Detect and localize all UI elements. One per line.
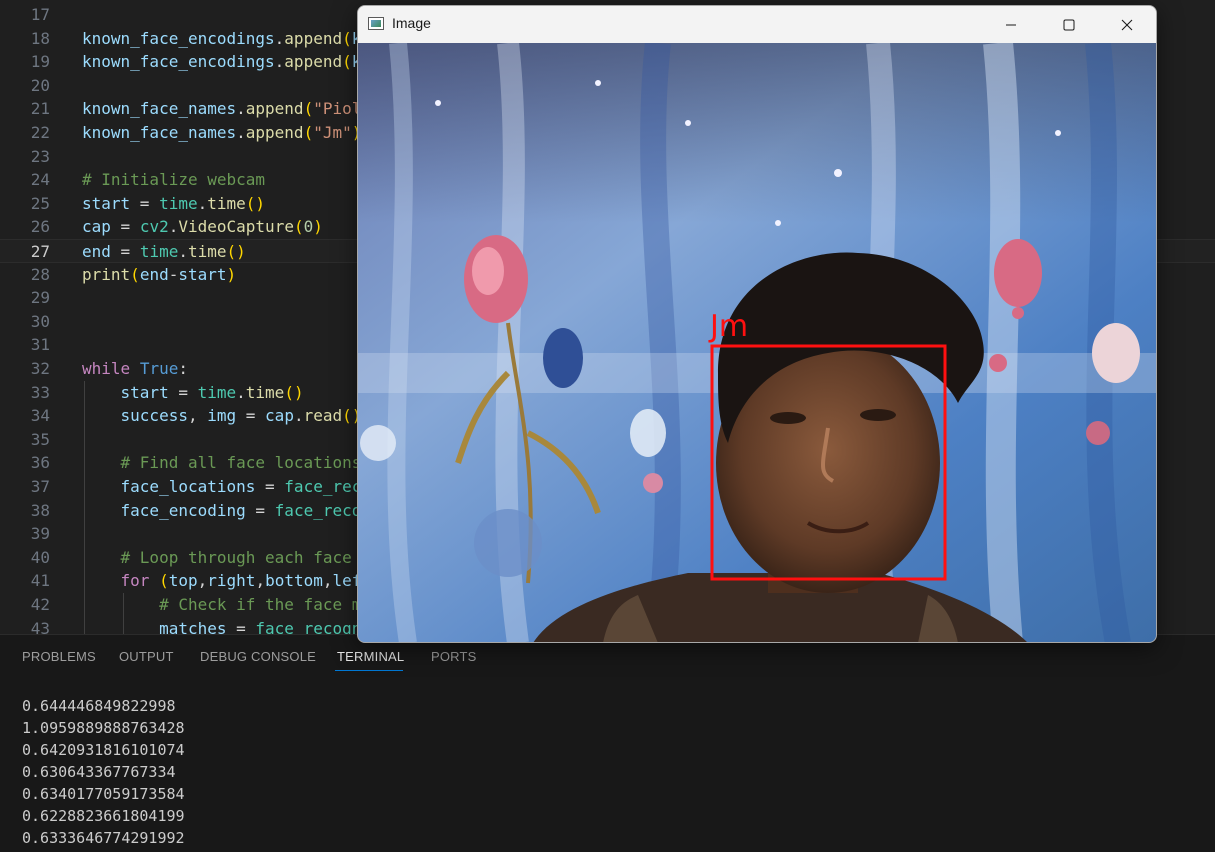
code-text[interactable]: print(end-start) bbox=[82, 263, 236, 287]
code-text[interactable]: # Initialize webcam bbox=[82, 168, 265, 192]
line-number: 19 bbox=[30, 52, 50, 72]
close-icon bbox=[1121, 19, 1133, 30]
line-number: 37 bbox=[30, 477, 50, 496]
line-number: 43 bbox=[30, 618, 50, 634]
terminal-line: 0.6420931816101074 bbox=[22, 741, 185, 759]
line-number: 34 bbox=[30, 406, 50, 426]
code-text[interactable]: known_face_encodings.append(k bbox=[82, 50, 361, 74]
code-text[interactable]: end = time.time() bbox=[82, 240, 246, 264]
window-titlebar[interactable]: Image bbox=[358, 6, 1156, 43]
line-number: 21 bbox=[30, 99, 50, 119]
line-number: 18 bbox=[30, 28, 50, 48]
line-number: 24 bbox=[30, 170, 50, 190]
maximize-icon bbox=[1063, 19, 1075, 30]
line-number: 35 bbox=[30, 429, 50, 449]
tab-output[interactable]: OUTPUT bbox=[119, 649, 174, 664]
code-text[interactable]: face_encoding = face_reco bbox=[82, 499, 362, 523]
code-text[interactable]: while True: bbox=[82, 357, 188, 381]
line-number: 31 bbox=[30, 335, 50, 355]
terminal-line: 0.6333646774291992 bbox=[22, 829, 185, 847]
terminal-line: 1.0959889888763428 bbox=[22, 719, 185, 737]
terminal-line: 0.644446849822998 bbox=[22, 697, 176, 715]
line-number: 25 bbox=[30, 193, 50, 213]
webcam-frame: Jm bbox=[358, 43, 1156, 642]
code-text[interactable]: # Loop through each face bbox=[82, 546, 361, 570]
line-number: 40 bbox=[30, 547, 50, 567]
image-window-icon bbox=[368, 17, 384, 30]
terminal-output[interactable]: 0.644446849822998 1.0959889888763428 0.6… bbox=[22, 695, 185, 849]
window-title: Image bbox=[392, 15, 431, 31]
line-number: 23 bbox=[30, 146, 50, 166]
code-text[interactable]: cap = cv2.VideoCapture(0) bbox=[82, 215, 323, 239]
tab-terminal[interactable]: TERMINAL bbox=[337, 649, 404, 664]
tab-ports[interactable]: PORTS bbox=[431, 649, 477, 664]
line-number: 28 bbox=[30, 264, 50, 284]
code-text[interactable]: # Find all face locations bbox=[82, 451, 362, 475]
code-text[interactable]: start = time.time() bbox=[82, 381, 304, 405]
line-number: 32 bbox=[30, 359, 50, 378]
line-number: 26 bbox=[30, 217, 50, 237]
code-text[interactable]: success, img = cap.read() bbox=[82, 404, 362, 428]
minimize-icon bbox=[1006, 24, 1016, 25]
line-number: 41 bbox=[30, 571, 50, 591]
code-text[interactable]: start = time.time() bbox=[82, 192, 265, 216]
close-button[interactable] bbox=[1104, 6, 1150, 43]
minimize-button[interactable] bbox=[988, 6, 1034, 43]
maximize-button[interactable] bbox=[1046, 6, 1092, 43]
line-number: 42 bbox=[30, 595, 50, 614]
line-number: 20 bbox=[30, 75, 50, 95]
indent-guide bbox=[84, 380, 85, 634]
line-number: 36 bbox=[30, 453, 50, 473]
line-number: 29 bbox=[30, 288, 50, 308]
terminal-line: 0.6340177059173584 bbox=[22, 785, 185, 803]
code-text[interactable]: known_face_names.append("Piol bbox=[82, 97, 361, 121]
line-number: 39 bbox=[30, 524, 50, 544]
line-number: 33 bbox=[30, 382, 50, 402]
code-text[interactable]: known_face_names.append("Jm") bbox=[82, 121, 361, 145]
line-number: 17 bbox=[30, 5, 50, 24]
bottom-panel: PROBLEMS OUTPUT DEBUG CONSOLE TERMINAL P… bbox=[0, 634, 1215, 852]
line-number: 30 bbox=[30, 311, 50, 331]
code-text[interactable]: known_face_encodings.append(k bbox=[82, 27, 361, 51]
face-detection-label: Jm bbox=[708, 309, 748, 344]
code-text[interactable]: for (top,right,bottom,lef bbox=[82, 569, 362, 593]
line-number: 22 bbox=[30, 123, 50, 142]
tab-debug-console[interactable]: DEBUG CONSOLE bbox=[200, 649, 316, 664]
tab-problems[interactable]: PROBLEMS bbox=[22, 649, 96, 664]
terminal-line: 0.630643367767334 bbox=[22, 763, 176, 781]
code-text[interactable]: face_locations = face_rec bbox=[82, 475, 362, 499]
terminal-line: 0.6228823661804199 bbox=[22, 807, 185, 825]
indent-guide bbox=[123, 593, 124, 634]
image-window[interactable]: Image Jm bbox=[357, 5, 1157, 643]
line-number: 38 bbox=[30, 500, 50, 520]
active-tab-indicator bbox=[335, 670, 403, 671]
line-number: 27 bbox=[30, 242, 50, 261]
